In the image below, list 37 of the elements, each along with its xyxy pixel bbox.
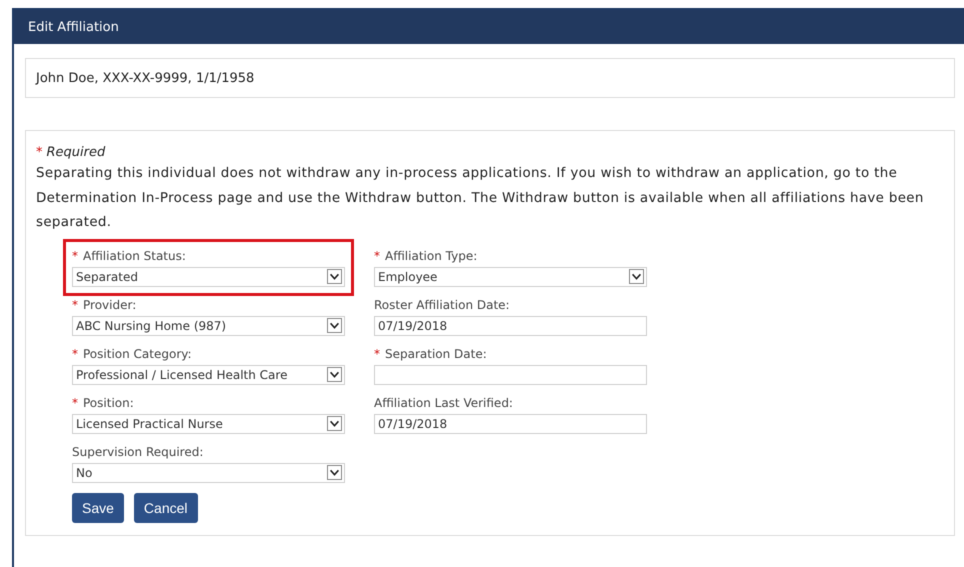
caret-icon — [327, 269, 342, 284]
required-mark: * — [374, 249, 380, 263]
caret-icon — [327, 465, 342, 480]
required-mark: * — [72, 298, 78, 312]
date-field[interactable]: 07/19/2018 — [374, 414, 647, 434]
required-mark: * — [72, 347, 78, 361]
caret-icon — [327, 416, 342, 431]
save-button[interactable]: Save — [72, 492, 124, 522]
field-label: Supervision Required: — [72, 444, 204, 460]
dropdown[interactable]: Employee — [374, 266, 647, 286]
caret-icon — [327, 318, 342, 333]
dropdown[interactable]: ABC Nursing Home (987) — [72, 316, 345, 336]
dropdown[interactable]: Separated — [72, 266, 345, 286]
field-label: * Separation Date: — [374, 346, 488, 362]
field-label: Affiliation Last Verified: — [374, 395, 514, 412]
date-field[interactable] — [374, 364, 647, 384]
dropdown[interactable]: No — [72, 462, 345, 482]
dropdown[interactable]: Licensed Practical Nurse — [72, 414, 345, 434]
person-summary: John Doe, XXX-XX-9999, 1/1/1958 — [25, 58, 955, 98]
notice-text: Separating this individual does not withdraw any in-process applications. If you wish to withdraw an application, go to the Determination In-Process page and use the Withdraw button. The Withdraw button is available when all affiliations have been separated. — [36, 165, 925, 232]
field-label: * Position Category: — [72, 346, 193, 362]
caret-icon — [629, 269, 644, 284]
required-mark: * — [72, 396, 78, 410]
required-mark: * — [374, 347, 380, 361]
caret-icon — [327, 367, 342, 382]
dropdown[interactable]: Professional / Licensed Health Care — [72, 364, 345, 384]
field-label: * Provider: — [72, 297, 138, 314]
field-label: * Affiliation Type: — [374, 248, 478, 264]
required-legend: Required — [46, 145, 106, 160]
field-label: * Position: — [72, 395, 135, 412]
date-field[interactable]: 07/19/2018 — [374, 316, 647, 336]
field-label: * Affiliation Status: — [72, 248, 187, 264]
window-title: Edit Affiliation — [14, 10, 964, 44]
required-mark: * — [36, 145, 42, 160]
field-label: Roster Affiliation Date: — [374, 297, 511, 314]
cancel-button[interactable]: Cancel — [134, 492, 198, 522]
required-mark: * — [72, 249, 78, 263]
